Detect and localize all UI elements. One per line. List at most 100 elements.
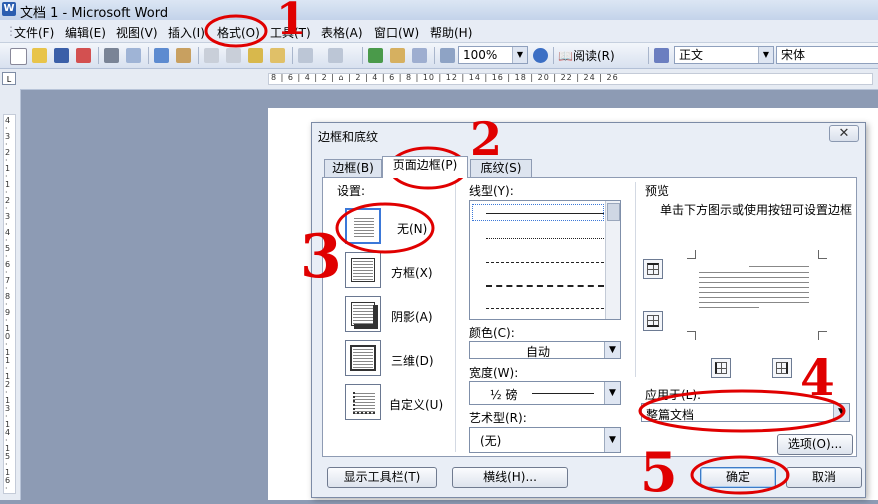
font-select[interactable]: 宋体: [776, 46, 878, 64]
vertical-ruler-track[interactable]: 4 · 3 · 2 · 1 · 1 · 2 · 3 · 4 · 5 · 6 · …: [3, 114, 16, 494]
style-select[interactable]: 正文 ▼: [674, 46, 774, 64]
preview-text-line: [699, 282, 809, 283]
line-solid[interactable]: [486, 213, 604, 214]
menu-table[interactable]: 表格(A): [321, 24, 363, 41]
line-long-dashed[interactable]: [486, 285, 604, 287]
preview-text-line: [699, 292, 809, 293]
new-document-icon[interactable]: [10, 48, 27, 65]
tab-borders[interactable]: 边框(B): [324, 159, 382, 177]
insert-table-icon[interactable]: [412, 48, 427, 63]
read-mode-button[interactable]: 📖阅读(R): [558, 47, 615, 64]
setting-box-button[interactable]: [345, 252, 381, 288]
apply-to-value: 整篇文档: [646, 408, 695, 422]
page-box-icon: [351, 258, 375, 282]
setting-3d-button[interactable]: [345, 340, 381, 376]
document-map-icon[interactable]: [440, 48, 455, 63]
line-dash-dot[interactable]: [486, 308, 604, 309]
menu-help[interactable]: 帮助(H): [430, 24, 472, 41]
tab-page-border[interactable]: 页面边框(P): [382, 156, 468, 178]
preview-text-line: [699, 272, 809, 273]
cut-icon[interactable]: [204, 48, 219, 63]
corner-mark: [687, 250, 696, 259]
print-icon[interactable]: [104, 48, 119, 63]
redo-icon[interactable]: [328, 48, 343, 63]
toolbar-separator: [648, 47, 649, 64]
left-border-button[interactable]: [711, 358, 731, 378]
setting-shadow-button[interactable]: [345, 296, 381, 332]
menu-insert[interactable]: 插入(I): [168, 24, 205, 41]
window-title: 文档 1 - Microsoft Word: [20, 6, 169, 21]
format-painter-icon[interactable]: [270, 48, 285, 63]
menu-edit[interactable]: 编辑(E): [65, 24, 106, 41]
right-border-button[interactable]: [772, 358, 792, 378]
undo-icon[interactable]: [298, 48, 313, 63]
width-select[interactable]: ½ 磅 ▼: [469, 381, 621, 405]
setting-none-label: 无(N): [397, 222, 428, 236]
word-app-icon: W: [2, 2, 16, 16]
chevron-down-icon: ▼: [604, 382, 620, 404]
styles-formatting-icon[interactable]: [654, 48, 669, 63]
bottom-border-icon: [647, 315, 659, 327]
corner-mark: [687, 331, 696, 340]
setting-custom-button[interactable]: [345, 384, 381, 420]
help-icon[interactable]: [533, 48, 548, 63]
width-value: ½ 磅: [490, 388, 518, 402]
menu-format[interactable]: 格式(O): [217, 24, 260, 41]
setting-shadow-label: 阴影(A): [391, 310, 433, 324]
close-icon: ✕: [838, 126, 850, 141]
read-mode-label: 阅读(R): [572, 49, 615, 63]
line-style-scrollbar[interactable]: [605, 201, 620, 319]
options-button[interactable]: 选项(O)...: [777, 434, 853, 455]
standard-toolbar: 100% ▼ 📖阅读(R) 正文 ▼ 宋体: [0, 43, 878, 69]
tables-borders-icon[interactable]: [390, 48, 405, 63]
page-border-panel: 设置: 无(N) 方框(X) 阴影(A) 三维(D) 自定义(U) 线型(Y):…: [322, 177, 857, 457]
art-label: 艺术型(R):: [469, 411, 527, 425]
color-label: 颜色(C):: [469, 326, 515, 340]
color-select[interactable]: 自动 ▼: [469, 341, 621, 359]
setting-custom-label: 自定义(U): [389, 398, 444, 412]
preview-text-line: [749, 266, 809, 267]
menu-file[interactable]: 文件(F): [14, 24, 54, 41]
menu-window[interactable]: 窗口(W): [374, 24, 419, 41]
line-dotted[interactable]: [486, 238, 604, 239]
paste-icon[interactable]: [248, 48, 263, 63]
ok-button[interactable]: 确定: [700, 467, 776, 488]
print-preview-icon[interactable]: [126, 48, 141, 63]
menu-view[interactable]: 视图(V): [116, 24, 158, 41]
top-border-button[interactable]: [643, 259, 663, 279]
open-folder-icon[interactable]: [32, 48, 47, 63]
width-sample-line: [532, 393, 594, 394]
setting-none-button[interactable]: [345, 208, 381, 244]
width-label: 宽度(W):: [469, 366, 519, 380]
scroll-thumb[interactable]: [607, 203, 620, 221]
annotation-number: 3: [300, 222, 342, 292]
preview-divider: [635, 182, 636, 377]
toolbar-separator: [148, 47, 149, 64]
top-border-icon: [647, 263, 659, 275]
permission-icon[interactable]: [76, 48, 91, 63]
spelling-icon[interactable]: [154, 48, 169, 63]
apply-to-label: 应用于(L):: [645, 388, 702, 402]
line-style-list[interactable]: [469, 200, 621, 320]
ruler-track[interactable]: 8 | 6 | 4 | 2 | ⌂ | 2 | 4 | 6 | 8 | 10 |…: [268, 73, 873, 85]
cancel-button[interactable]: 取消: [786, 467, 862, 488]
art-select[interactable]: (无) ▼: [469, 427, 621, 453]
tab-stop-selector[interactable]: L: [2, 72, 16, 85]
left-border-icon: [715, 362, 727, 374]
bottom-border-button[interactable]: [643, 311, 663, 331]
settings-label: 设置:: [337, 184, 366, 198]
close-button[interactable]: ✕: [829, 125, 859, 142]
zoom-select[interactable]: 100% ▼: [458, 46, 528, 64]
research-icon[interactable]: [176, 48, 191, 63]
horizontal-line-button[interactable]: 横线(H)...: [452, 467, 568, 488]
hyperlink-icon[interactable]: [368, 48, 383, 63]
preview-area[interactable]: [687, 250, 827, 340]
chevron-down-icon: ▼: [604, 428, 620, 452]
line-dashed[interactable]: [486, 262, 604, 263]
show-toolbar-button[interactable]: 显示工具栏(T): [327, 467, 437, 488]
setting-box-label: 方框(X): [391, 266, 433, 280]
annotation-number: 1: [276, 0, 307, 45]
ruler-marks: 8 | 6 | 4 | 2 | ⌂ | 2 | 4 | 6 | 8 | 10 |…: [271, 73, 619, 82]
save-icon[interactable]: [54, 48, 69, 63]
copy-icon[interactable]: [226, 48, 241, 63]
